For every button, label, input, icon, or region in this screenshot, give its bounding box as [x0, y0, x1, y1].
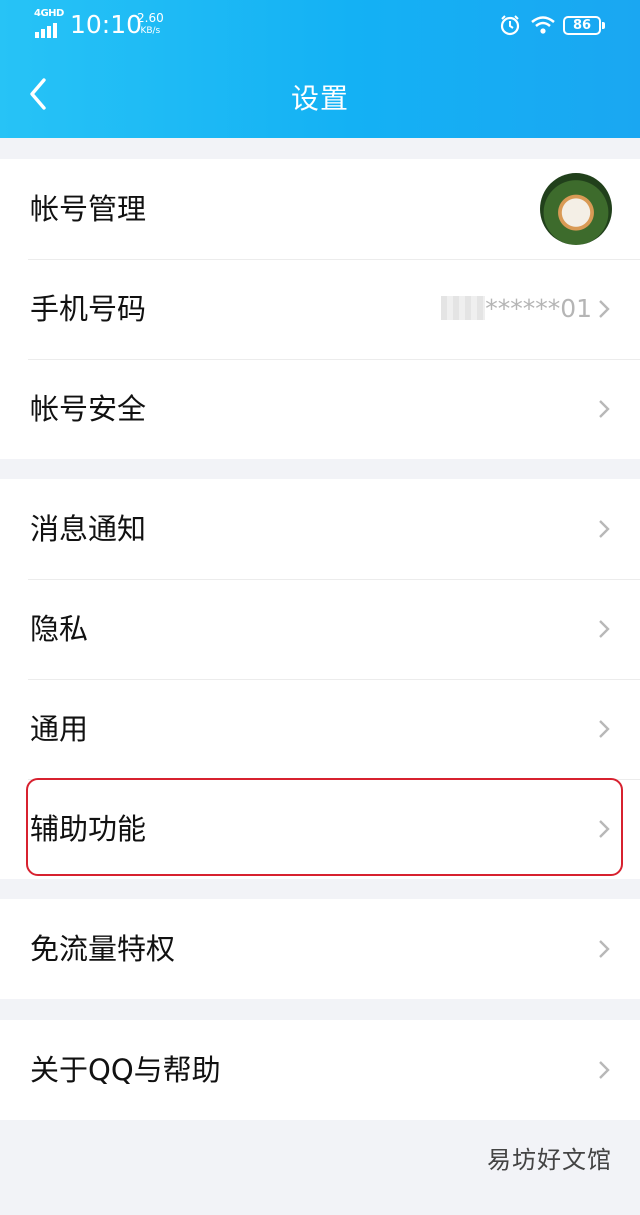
chevron-right-icon — [599, 940, 610, 958]
settings-item-account-security[interactable]: 帐号安全 — [0, 359, 640, 459]
settings-item-label: 辅助功能 — [30, 812, 147, 846]
speed-unit: KB/s — [140, 26, 161, 36]
settings-item-general[interactable]: 通用 — [0, 679, 640, 779]
network-type: 4GHD — [34, 8, 64, 19]
status-time: 10:10 — [70, 10, 143, 39]
phone-number-value: ******01 — [441, 259, 592, 359]
chevron-right-icon — [599, 820, 610, 838]
settings-group-general: 消息通知 隐私 通用 辅助功能 — [0, 479, 640, 879]
settings-item-free-data[interactable]: 免流量特权 — [0, 899, 640, 999]
chevron-right-icon — [599, 520, 610, 538]
settings-item-label: 消息通知 — [30, 512, 147, 546]
settings-item-label: 免流量特权 — [30, 932, 176, 966]
settings-item-account-management[interactable]: 帐号管理 — [0, 159, 640, 259]
battery-icon: 86 — [563, 16, 605, 35]
signal-icon: 4GHD — [34, 8, 64, 38]
settings-item-label: 隐私 — [30, 612, 89, 646]
avatar — [540, 173, 612, 245]
settings-group-data-plan: 免流量特权 — [0, 899, 640, 999]
wifi-icon — [531, 16, 555, 34]
status-bar: 4GHD 10:10 2.60 KB/s 86 — [0, 0, 640, 52]
chevron-right-icon — [599, 620, 610, 638]
chevron-right-icon — [599, 720, 610, 738]
app-header: 4GHD 10:10 2.60 KB/s 86 设置 — [0, 0, 640, 138]
speed-value: 2.60 — [137, 11, 164, 25]
chevron-right-icon — [599, 300, 610, 318]
alarm-icon — [500, 15, 520, 36]
settings-item-phone-number[interactable]: 手机号码 ******01 — [0, 259, 640, 359]
settings-item-label: 通用 — [30, 712, 89, 746]
watermark: 易坊好文馆 — [487, 1146, 612, 1174]
chevron-right-icon — [599, 400, 610, 418]
settings-group-about: 关于QQ与帮助 — [0, 1020, 640, 1120]
settings-item-accessibility[interactable]: 辅助功能 — [0, 779, 640, 879]
settings-item-privacy[interactable]: 隐私 — [0, 579, 640, 679]
network-speed: 2.60 KB/s — [137, 12, 164, 38]
settings-item-about-help[interactable]: 关于QQ与帮助 — [0, 1020, 640, 1120]
settings-item-label: 手机号码 — [30, 292, 147, 326]
settings-item-label: 帐号安全 — [30, 392, 147, 426]
page-title: 设置 — [290, 82, 349, 115]
settings-item-label: 关于QQ与帮助 — [30, 1053, 221, 1087]
settings-group-account: 帐号管理 手机号码 ******01 帐号安全 — [0, 159, 640, 459]
settings-item-label: 帐号管理 — [30, 192, 147, 226]
chevron-right-icon — [599, 1061, 610, 1079]
settings-item-notifications[interactable]: 消息通知 — [0, 479, 640, 579]
